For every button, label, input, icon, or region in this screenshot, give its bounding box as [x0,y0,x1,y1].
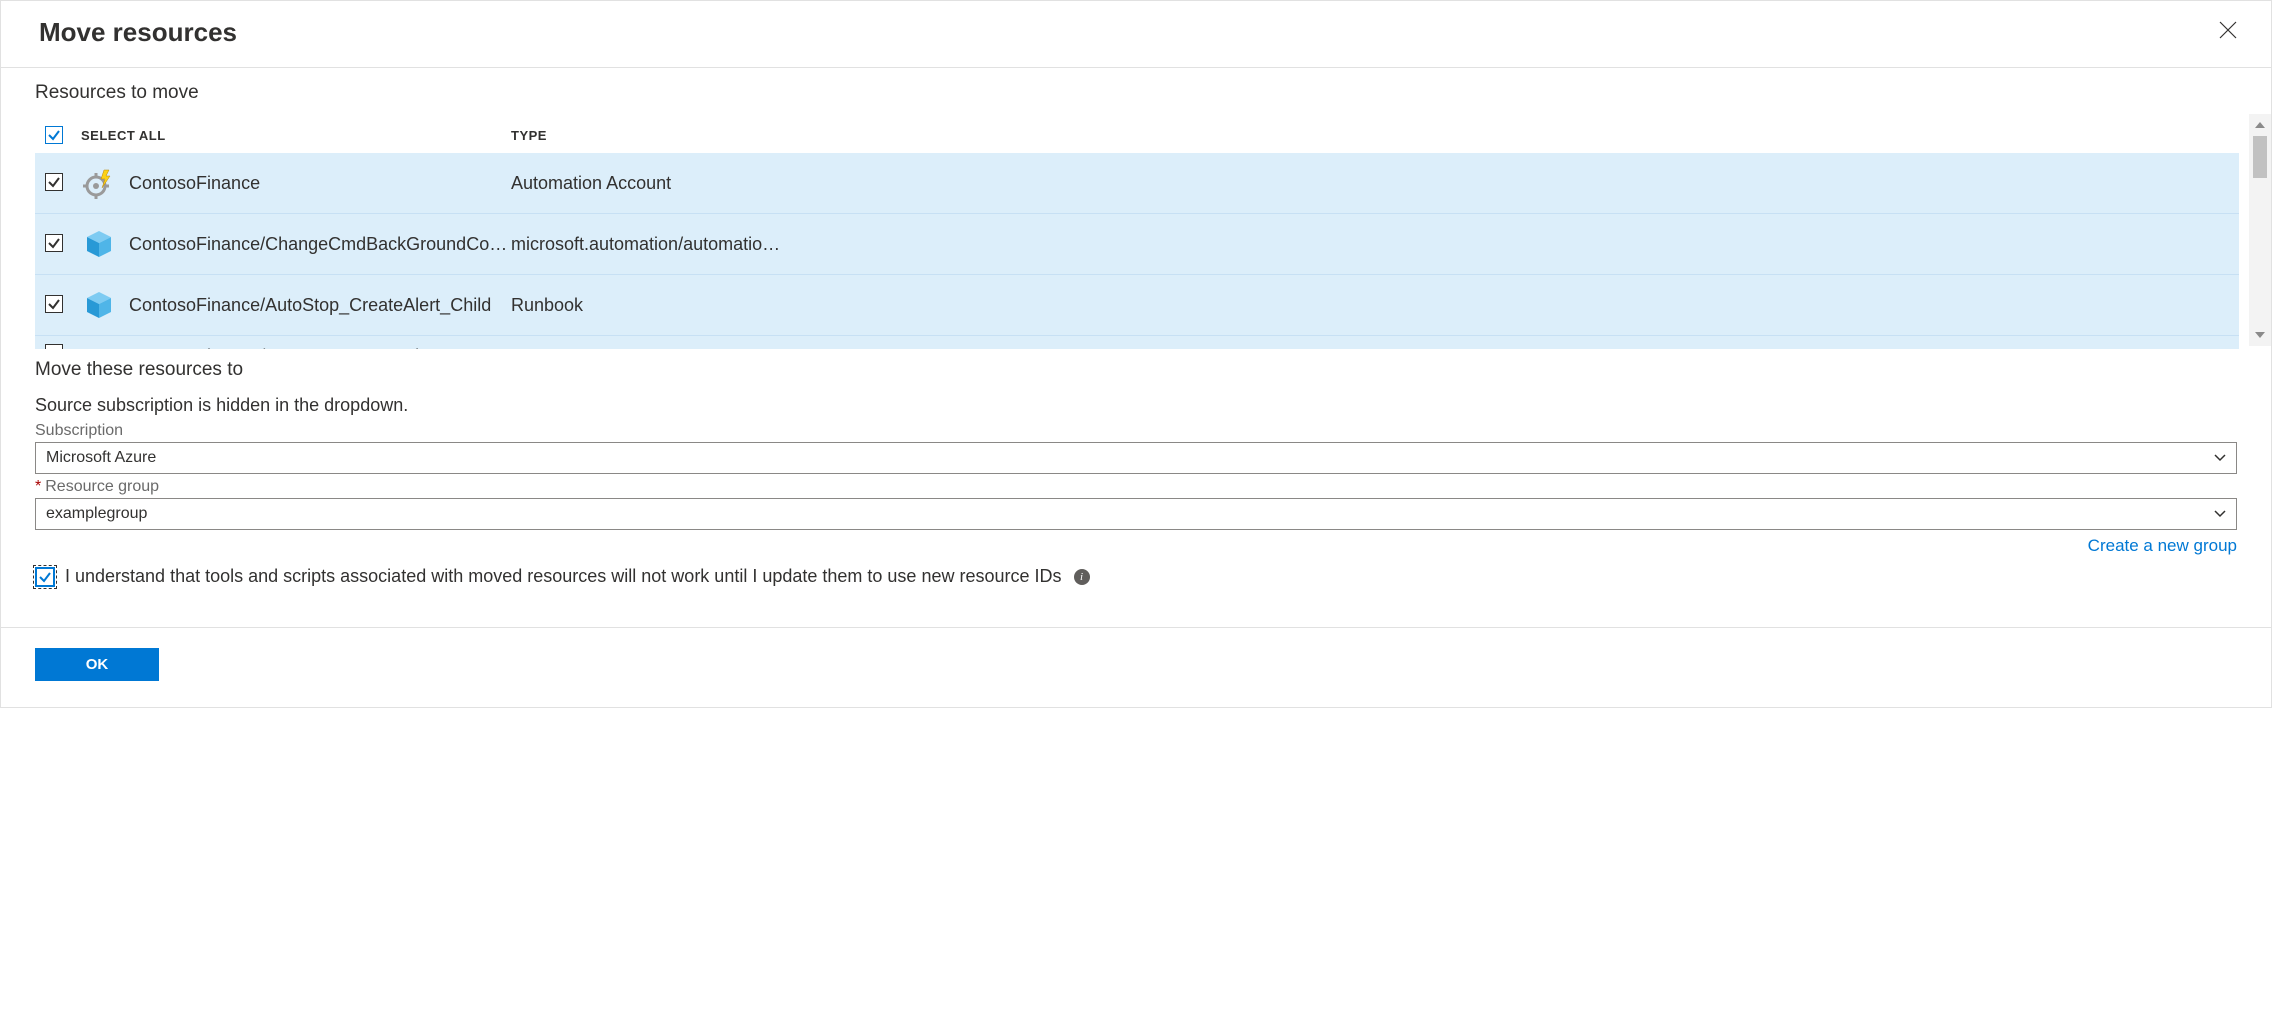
subscription-label: Subscription [35,422,2237,440]
row-checkbox[interactable] [45,295,63,313]
select-all-checkbox[interactable] [45,126,63,144]
chevron-down-icon [2214,507,2226,521]
close-button[interactable] [2215,15,2241,49]
move-resources-panel: Move resources Resources to move SELECT … [0,0,2272,708]
table-row[interactable]: ContosoFinance/AutoStop_CreateAlert_Pare… [35,336,2239,349]
automation-account-icon [81,165,117,201]
row-checkbox[interactable] [45,234,63,252]
scroll-down-arrow[interactable] [2249,324,2271,346]
resource-name: ContosoFinance/AutoStop_CreateAlert_Pare… [129,346,503,350]
chevron-down-icon [2214,451,2226,465]
acknowledge-text: I understand that tools and scripts asso… [65,566,1062,587]
create-new-group-link[interactable]: Create a new group [2088,536,2237,555]
table-header: SELECT ALL TYPE [35,118,2239,153]
cube-icon [81,287,117,323]
cube-icon [81,226,117,262]
panel-header: Move resources [1,1,2271,68]
acknowledge-row: I understand that tools and scripts asso… [35,566,2237,587]
destination-heading: Move these resources to [35,359,2237,381]
acknowledge-checkbox[interactable] [35,567,55,587]
subscription-value: Microsoft Azure [46,449,156,467]
resource-type: Runbook [511,295,2229,316]
scrollbar[interactable] [2249,114,2271,346]
resources-heading: Resources to move [35,82,2267,104]
panel-title: Move resources [39,17,237,48]
resource-name: ContosoFinance/ChangeCmdBackGroundCol… [129,234,511,255]
destination-hint: Source subscription is hidden in the dro… [35,395,2237,416]
table-row[interactable]: ContosoFinance/AutoStop_CreateAlert_Chil… [35,275,2239,336]
resource-group-value: examplegroup [46,505,147,523]
resource-group-dropdown[interactable]: examplegroup [35,498,2237,530]
resource-group-label: *Resource group [35,478,2237,496]
scroll-thumb[interactable] [2253,136,2267,178]
row-checkbox[interactable] [45,173,63,191]
resource-name: ContosoFinance/AutoStop_CreateAlert_Chil… [129,295,491,316]
panel-footer: OK [1,627,2271,707]
table-row[interactable]: ContosoFinance/ChangeCmdBackGroundCol… m… [35,214,2239,275]
scroll-up-arrow[interactable] [2249,114,2271,136]
row-checkbox[interactable] [45,344,63,349]
select-all-label: SELECT ALL [81,128,511,143]
table-row[interactable]: ContosoFinance Automation Account [35,153,2239,214]
ok-button[interactable]: OK [35,648,159,681]
resource-type: microsoft.automation/automatio… [511,234,2229,255]
resources-section: Resources to move SELECT ALL TYPE [1,68,2271,349]
cube-icon [81,338,117,349]
resources-table[interactable]: ContosoFinance Automation Account [35,153,2239,349]
resource-type: Automation Account [511,173,2229,194]
close-icon [2219,21,2237,39]
type-header: TYPE [511,128,2229,143]
subscription-dropdown[interactable]: Microsoft Azure [35,442,2237,474]
info-icon[interactable]: i [1074,569,1090,585]
resource-name: ContosoFinance [129,173,260,194]
destination-section: Move these resources to Source subscript… [1,349,2271,587]
